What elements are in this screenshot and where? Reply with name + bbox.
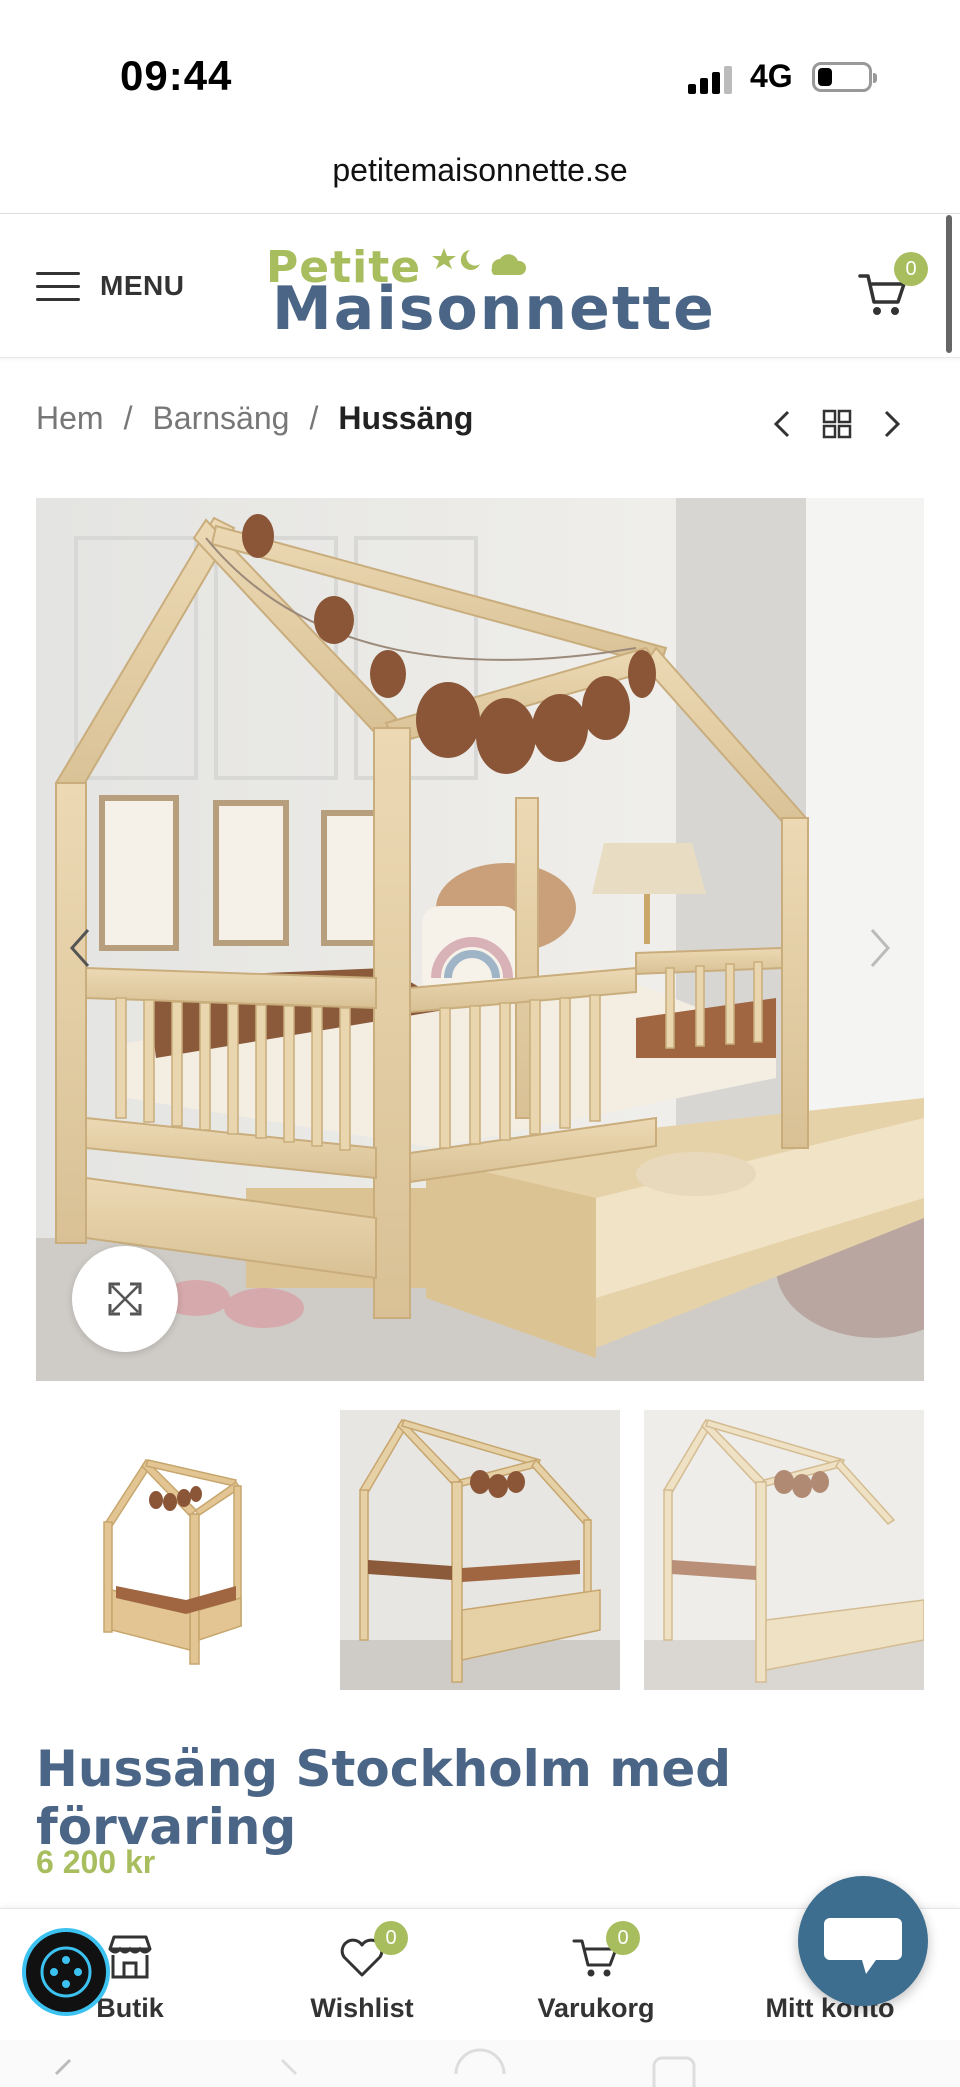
bed-thumbnail-image bbox=[103, 1458, 242, 1665]
thumbnail-2[interactable] bbox=[340, 1410, 620, 1690]
breadcrumb-separator: / bbox=[123, 400, 133, 436]
next-product-button[interactable] bbox=[872, 404, 912, 444]
header-cart-button[interactable]: 0 bbox=[858, 252, 928, 318]
grid-icon bbox=[822, 409, 852, 439]
battery-low-icon bbox=[812, 62, 877, 92]
logo-line2: Maisonnette bbox=[272, 274, 716, 344]
store-icon bbox=[108, 1935, 152, 1979]
product-main-image[interactable] bbox=[36, 498, 924, 1381]
gallery-next-button[interactable] bbox=[860, 918, 900, 978]
chevron-right-icon bbox=[870, 929, 891, 967]
product-navigation bbox=[762, 404, 912, 444]
breadcrumb-home[interactable]: Hem bbox=[36, 400, 104, 437]
breadcrumb-separator: / bbox=[309, 400, 319, 436]
scrollbar[interactable] bbox=[946, 215, 952, 353]
breadcrumb-current: Hussäng bbox=[338, 400, 474, 436]
breadcrumb: Hem / Barnsäng / Hussäng bbox=[36, 400, 473, 437]
tab-wishlist[interactable]: 0 Wishlist bbox=[272, 1909, 452, 2041]
bed-room-thumbnail-image bbox=[340, 1410, 620, 1690]
browser-toolbar bbox=[0, 2040, 960, 2087]
thumbnail-3[interactable] bbox=[644, 1410, 924, 1690]
tab-varukorg[interactable]: 0 Varukorg bbox=[506, 1909, 686, 2041]
bed-drawer-thumbnail-image bbox=[644, 1410, 924, 1690]
site-header: MENU Petite Maisonnette 0 bbox=[0, 213, 960, 358]
chevron-left-icon bbox=[773, 410, 790, 438]
thumbnail-1[interactable] bbox=[36, 1410, 316, 1690]
network-type: 4G bbox=[750, 58, 793, 94]
all-products-grid-button[interactable] bbox=[817, 404, 857, 444]
menu-label: MENU bbox=[100, 270, 185, 301]
cart-count-badge: 0 bbox=[894, 252, 928, 286]
prev-product-button[interactable] bbox=[762, 404, 802, 444]
menu-button[interactable]: MENU bbox=[36, 266, 184, 306]
wishlist-count-badge: 0 bbox=[374, 1921, 408, 1955]
chat-bubble-icon bbox=[824, 1918, 902, 1974]
tab-label: Varukorg bbox=[537, 1993, 655, 2023]
product-title: Hussäng Stockholm med förvaring bbox=[36, 1740, 732, 1856]
signal-icon bbox=[688, 64, 732, 94]
accessibility-button[interactable] bbox=[22, 1928, 110, 2016]
tab-label: Wishlist bbox=[310, 1993, 414, 2023]
chevron-right-icon bbox=[884, 410, 901, 438]
gallery-prev-button[interactable] bbox=[60, 918, 100, 978]
breadcrumb-category[interactable]: Barnsäng bbox=[152, 400, 289, 437]
browser-toolbar-icons bbox=[54, 2048, 696, 2087]
site-logo[interactable]: Petite Maisonnette bbox=[262, 242, 714, 344]
address-bar-url[interactable]: petitemaisonnette.se bbox=[0, 152, 960, 189]
product-price: 6 200 kr bbox=[36, 1844, 156, 1880]
thumbnail-strip bbox=[36, 1410, 924, 1690]
zoom-button[interactable] bbox=[72, 1246, 178, 1352]
hamburger-icon bbox=[36, 270, 80, 302]
expand-icon bbox=[108, 1282, 142, 1316]
chat-button[interactable] bbox=[798, 1876, 928, 2006]
status-time: 09:44 bbox=[120, 52, 233, 99]
accessibility-icon bbox=[40, 1946, 92, 1998]
status-bar: 09:44 4G bbox=[0, 0, 960, 140]
chevron-left-icon bbox=[69, 929, 90, 967]
cart-tab-count-badge: 0 bbox=[606, 1921, 640, 1955]
